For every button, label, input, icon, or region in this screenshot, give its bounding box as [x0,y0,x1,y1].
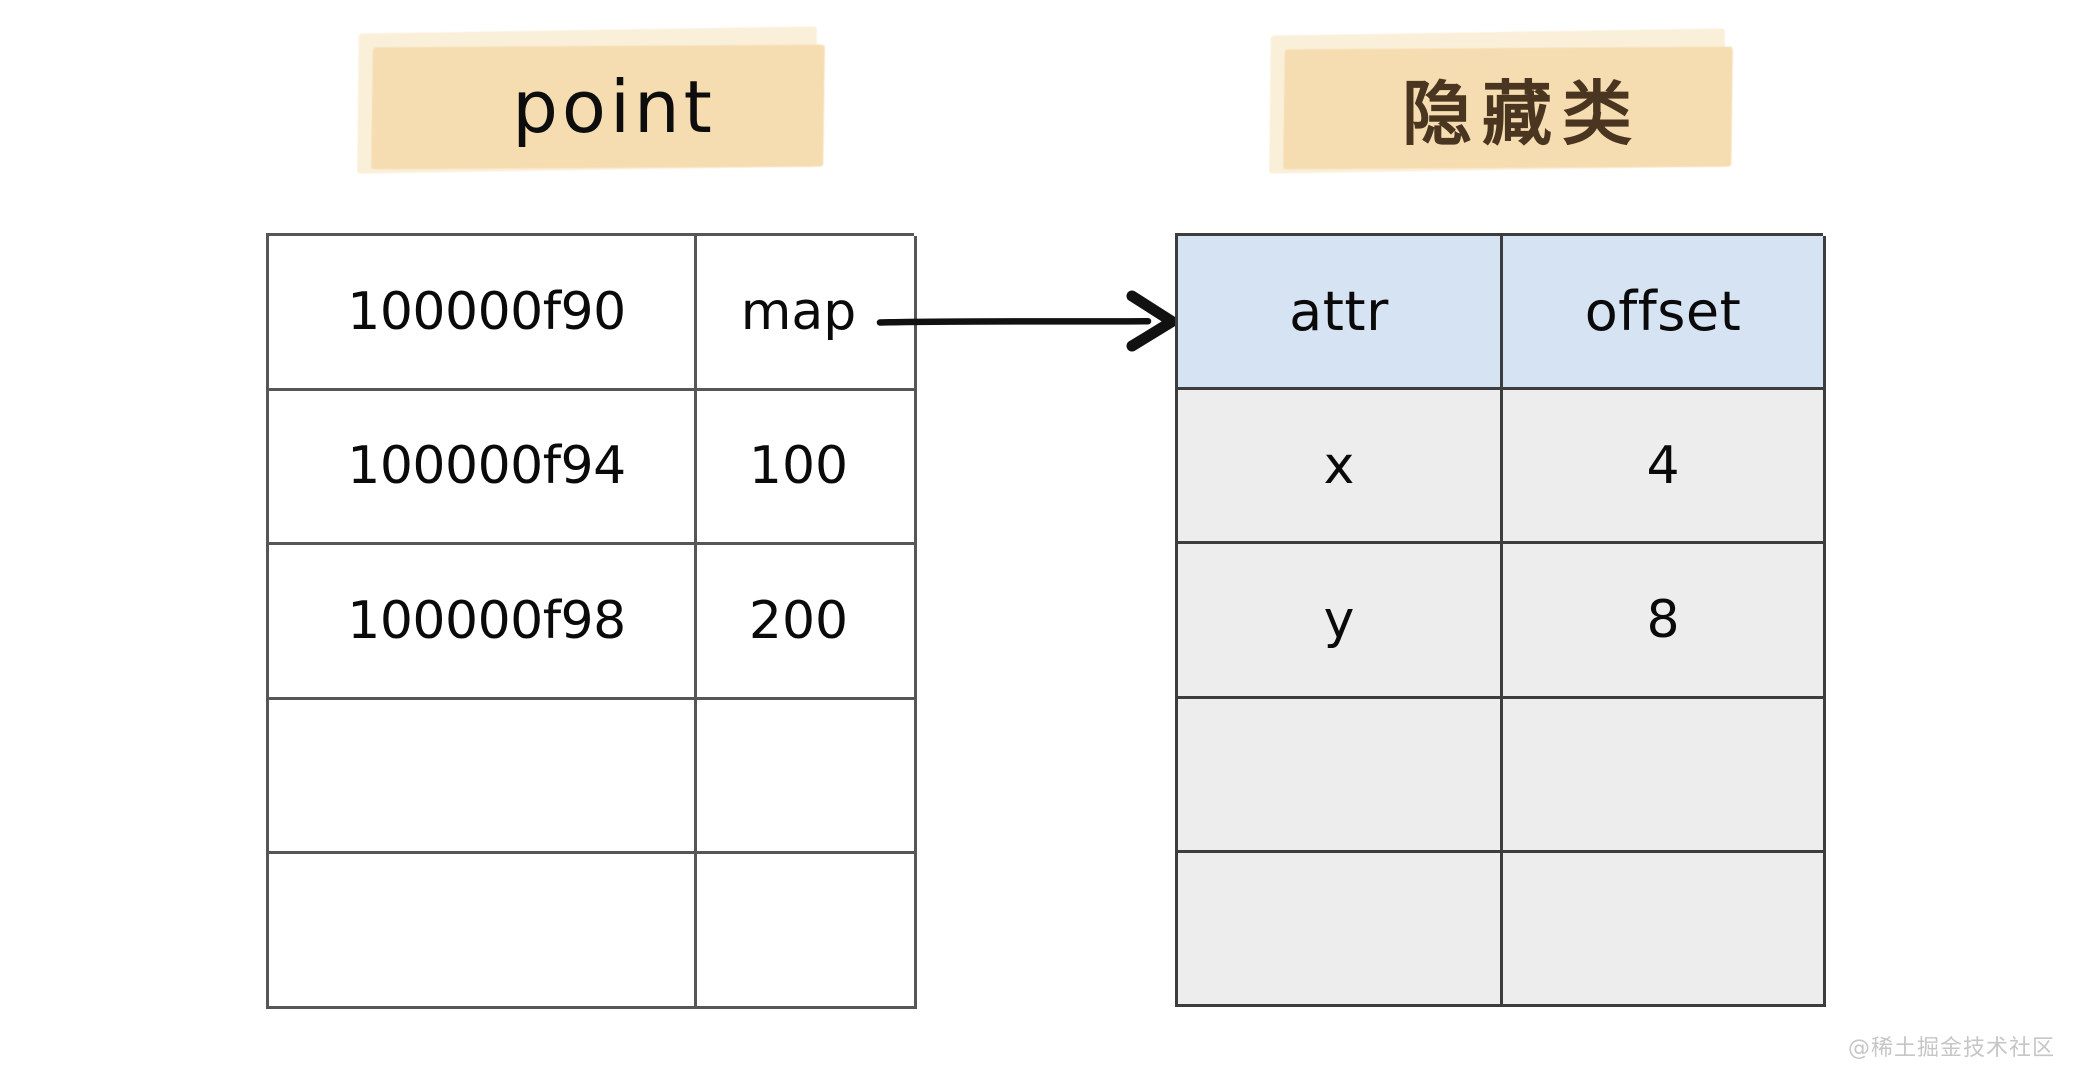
table-row-address [269,854,697,1009]
table-row-attr [1178,698,1503,853]
label-hidden-class-text: 隐藏类 [1402,72,1642,155]
table-row-address [269,699,697,855]
table-row-offset: 4 [1503,390,1826,545]
table-row-offset [1503,852,1826,1007]
column-header-attr: attr [1178,236,1503,391]
table-row-offset: 8 [1503,544,1826,699]
table-row-value [697,699,917,855]
table-row-address: 100000f94 [269,390,697,546]
hidden-class-table: attr offset x 4 y 8 [1175,233,1826,1007]
table-row-value [697,854,917,1009]
table-row-attr [1178,852,1503,1007]
table-row-offset [1503,698,1826,853]
memory-table: 100000f90 map 100000f94 100 100000f98 20… [266,233,917,1009]
watermark: @稀土掘金技术社区 [1847,1036,2055,1061]
table-row-address: 100000f90 [269,236,697,391]
table-row-value: 200 [697,545,917,700]
table-row-attr: x [1178,390,1503,545]
label-point: point [357,26,825,174]
table-row-address: 100000f98 [269,545,697,700]
table-row-value: 100 [697,390,917,546]
label-point-text: point [512,65,716,149]
table-row-attr: y [1178,544,1503,699]
label-hidden-class: 隐藏类 [1269,28,1733,174]
diagram-canvas: point 隐藏类 100000f90 map 100000f94 100 10… [0,0,2085,1080]
column-header-offset: offset [1503,236,1826,391]
pointer-arrow [876,290,1183,352]
